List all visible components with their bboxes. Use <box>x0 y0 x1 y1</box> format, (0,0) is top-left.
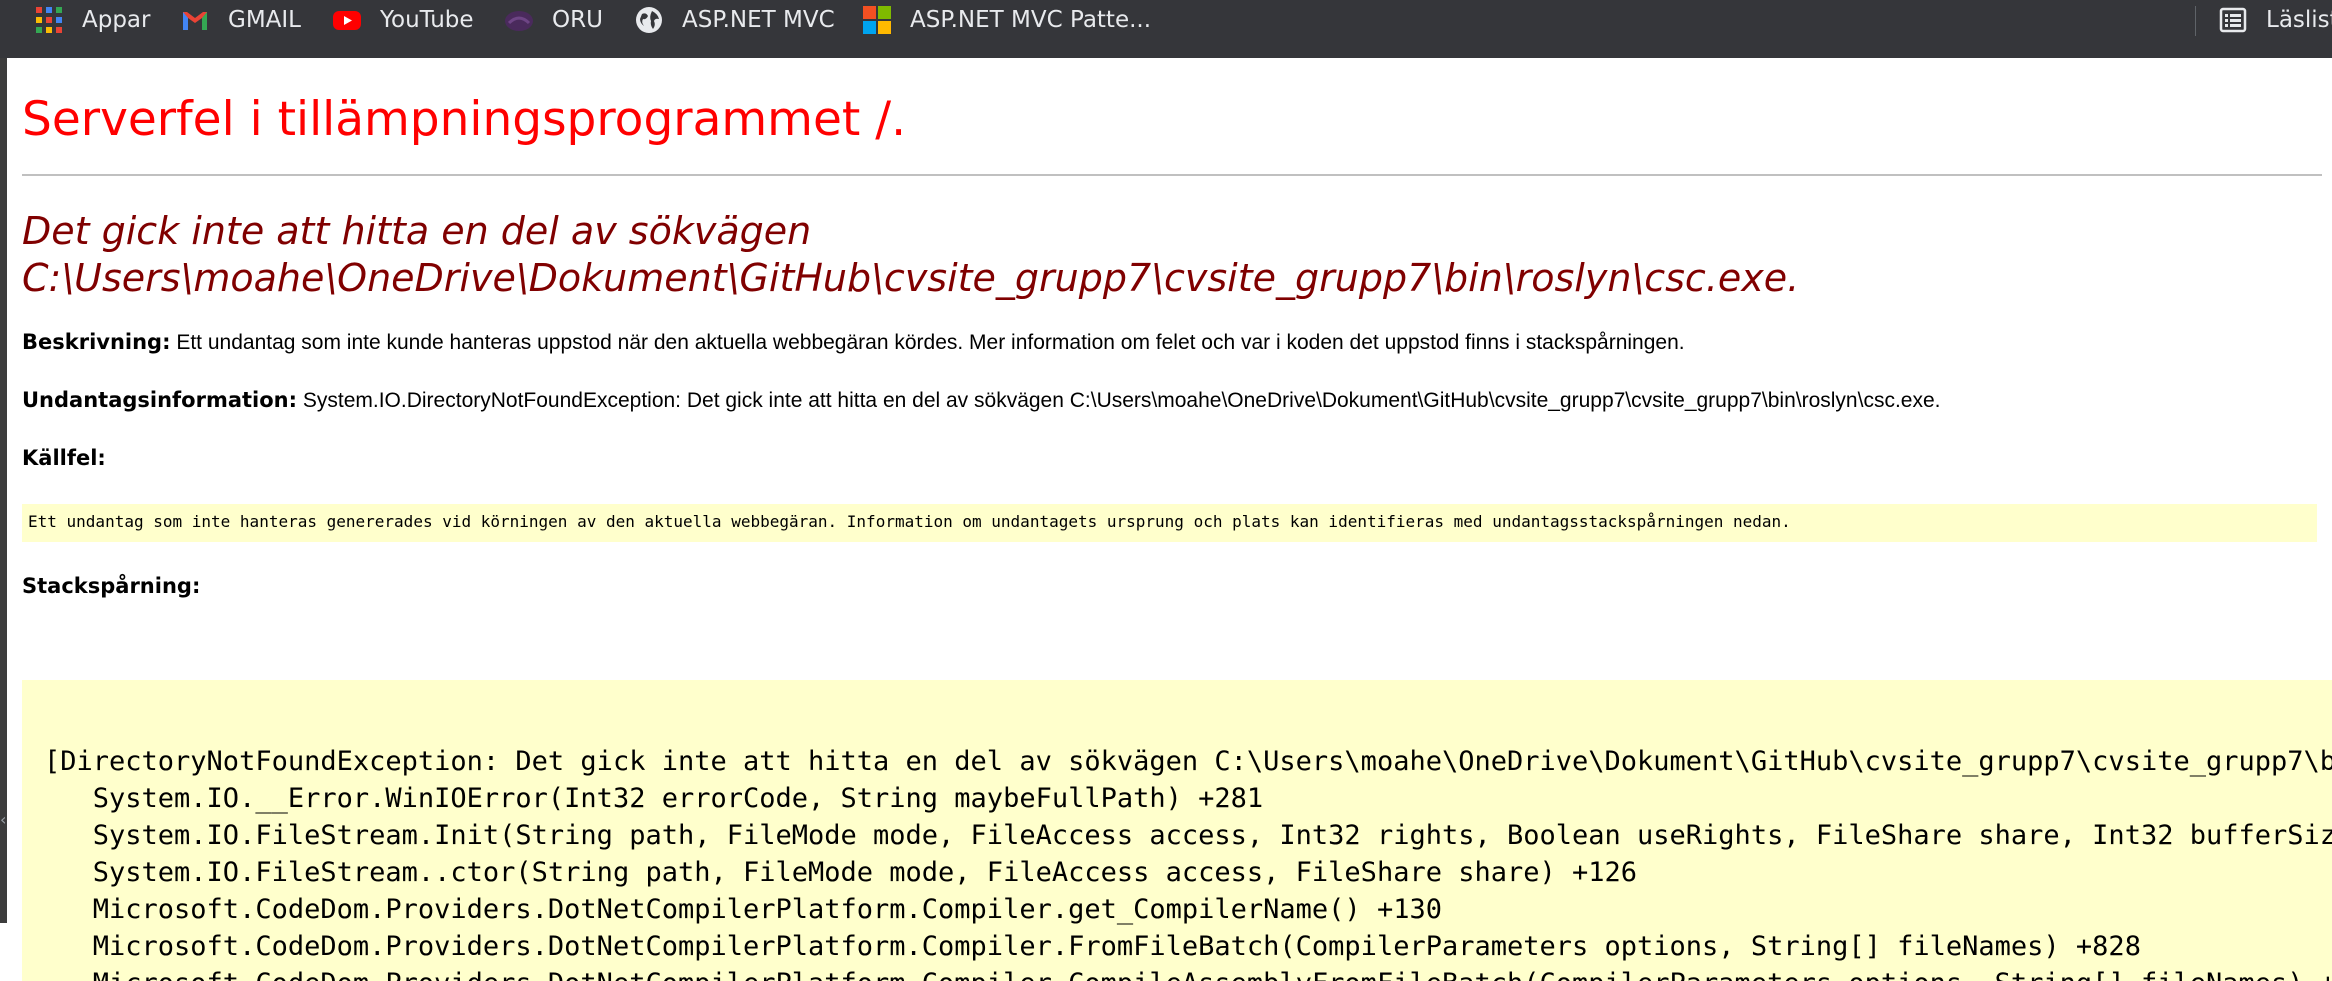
bookmark-aspnet-mvc[interactable]: ASP.NET MVC <box>634 0 835 40</box>
bookmark-label: ASP.NET MVC <box>682 7 835 33</box>
bookmark-appar[interactable]: Appar <box>34 0 150 40</box>
bookmark-label: YouTube <box>380 7 474 33</box>
reading-list-label: Läslista <box>2266 7 2332 33</box>
bookmark-gmail[interactable]: GMAIL <box>180 0 301 40</box>
divider <box>22 174 2322 176</box>
description-label: Beskrivning: <box>22 330 171 354</box>
apps-grid-icon <box>34 5 64 35</box>
left-edge-bar <box>0 58 7 923</box>
gmail-icon <box>180 5 210 35</box>
stack-trace-line: [DirectoryNotFoundException: Det gick in… <box>44 746 2332 777</box>
bookmark-label: ASP.NET MVC Patte... <box>910 7 1152 33</box>
exception-row: Undantagsinformation: System.IO.Director… <box>22 388 1940 413</box>
youtube-icon <box>332 5 362 35</box>
microsoft-icon <box>862 5 892 35</box>
stack-trace-line: Microsoft.CodeDom.Providers.DotNetCompil… <box>44 968 2332 981</box>
description-row: Beskrivning: Ett undantag som inte kunde… <box>22 330 1685 355</box>
globe-icon <box>634 5 664 35</box>
stack-trace-line: Microsoft.CodeDom.Providers.DotNetCompil… <box>44 931 2141 962</box>
stack-trace-line: System.IO.FileStream.Init(String path, F… <box>92 820 2332 851</box>
stack-trace-line: Microsoft.CodeDom.Providers.DotNetCompil… <box>44 894 1442 925</box>
error-message-line1: Det gick inte att hitta en del av sökväg… <box>22 209 812 253</box>
oru-icon <box>504 5 534 35</box>
bookmarks-bar: Appar GMAIL YouTube ORU ASP.NET MVC ASP.… <box>0 0 2332 58</box>
description-text: Ett undantag som inte kunde hanteras upp… <box>176 331 1685 354</box>
bookmark-oru[interactable]: ORU <box>504 0 603 40</box>
collapse-arrow-icon[interactable]: ‹ <box>0 810 6 829</box>
bookmarks-separator <box>2195 6 2196 36</box>
source-error-text: Ett undantag som inte hanteras genererad… <box>28 512 1791 531</box>
source-error-box: Ett undantag som inte hanteras genererad… <box>22 504 2317 542</box>
stack-trace-box: [DirectoryNotFoundException: Det gick in… <box>22 680 2332 981</box>
error-message-line2: C:\Users\moahe\OneDrive\Dokument\GitHub\… <box>22 256 1800 300</box>
bookmark-label: ORU <box>552 7 603 33</box>
server-error-title: Serverfel i tillämpningsprogrammet /. <box>22 92 907 147</box>
stack-trace-line: System.IO.__Error.WinIOError(Int32 error… <box>44 783 1264 814</box>
exception-text: System.IO.DirectoryNotFoundException: De… <box>302 389 1941 412</box>
exception-label: Undantagsinformation: <box>22 388 298 412</box>
reading-list-icon <box>2218 5 2248 35</box>
bookmark-youtube[interactable]: YouTube <box>332 0 474 40</box>
error-message: Det gick inte att hitta en del av sökväg… <box>22 208 1799 302</box>
bookmark-label: GMAIL <box>228 7 301 33</box>
stack-trace-line: System.IO.FileStream..ctor(String path, … <box>44 857 1638 888</box>
bookmark-aspnet-mvc-patterns[interactable]: ASP.NET MVC Patte... <box>862 0 1151 40</box>
reading-list-button[interactable]: Läslista <box>2218 0 2332 40</box>
stack-trace-label: Stackspårning: <box>22 574 201 598</box>
source-error-label: Källfel: <box>22 446 106 470</box>
bookmark-label: Appar <box>82 7 151 33</box>
